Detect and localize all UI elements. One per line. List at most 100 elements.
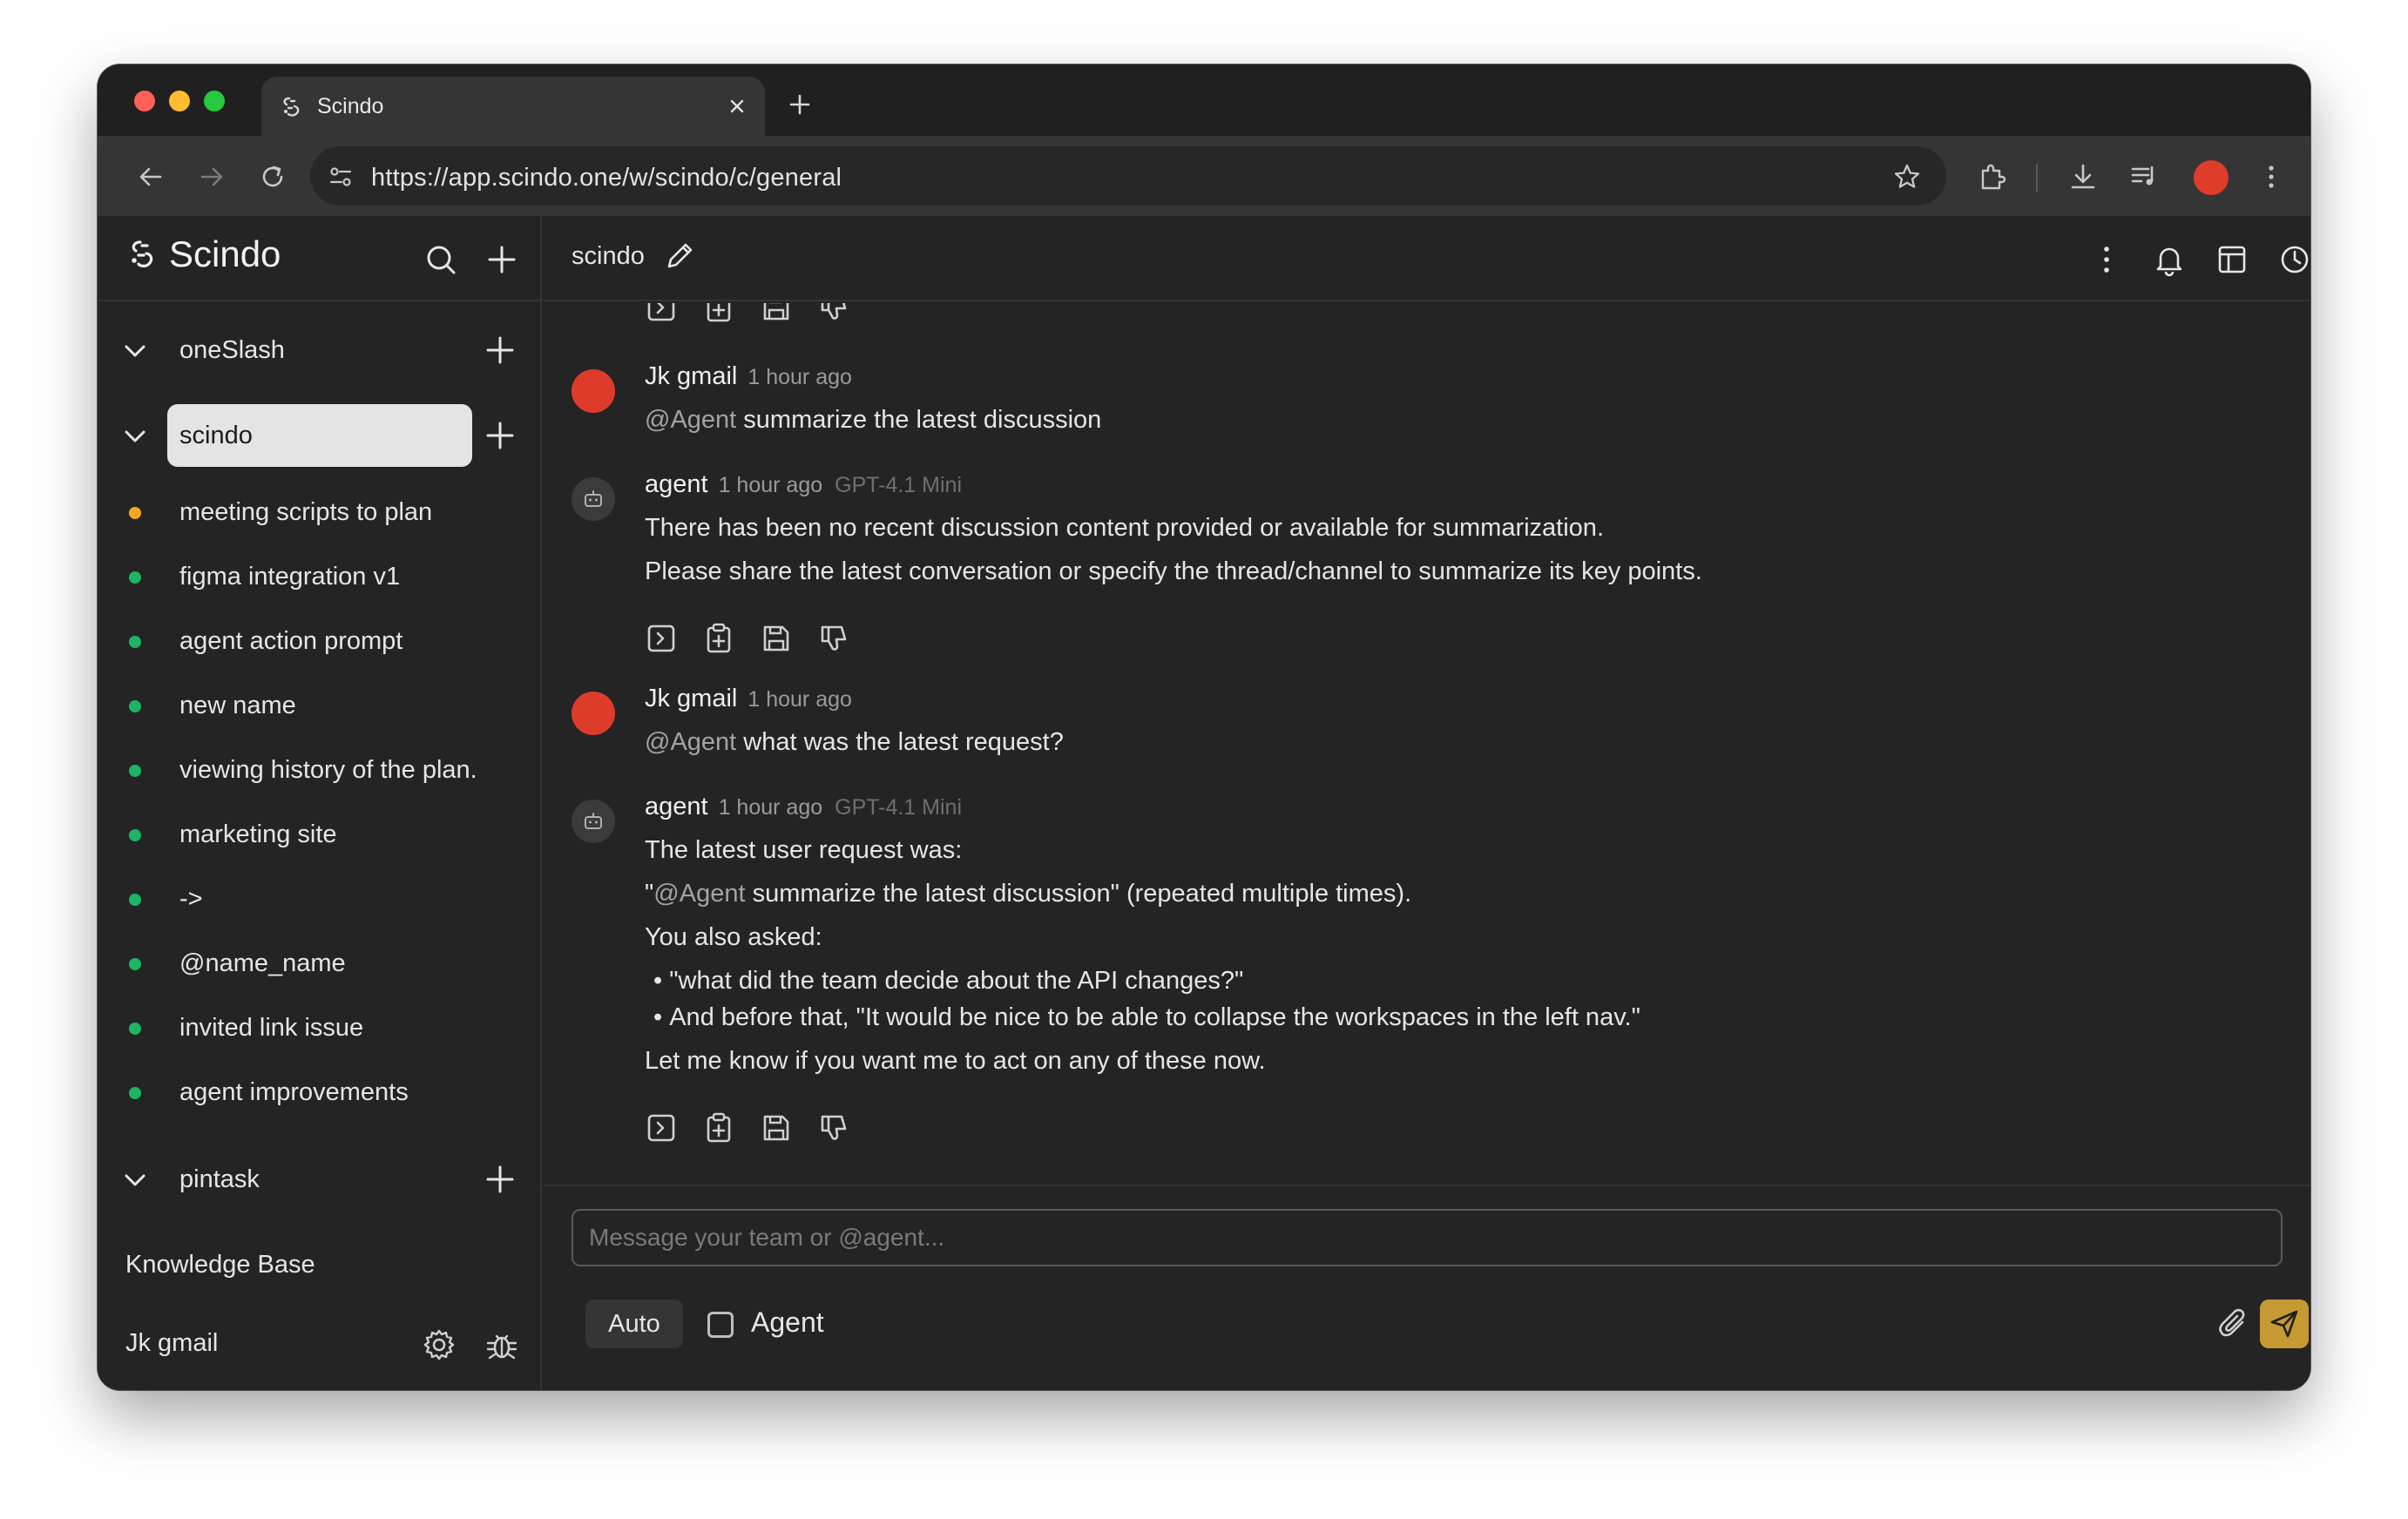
- save-floppy-icon[interactable]: [760, 303, 793, 324]
- status-dot: [129, 636, 141, 648]
- thumbs-down-icon[interactable]: [817, 1111, 850, 1144]
- thread-label: agent improvements: [179, 1078, 409, 1106]
- thread-item[interactable]: @name_name: [98, 937, 542, 989]
- thread-label: figma integration v1: [179, 563, 401, 591]
- workspace-name: pintask: [179, 1165, 260, 1193]
- add-thread-plus-icon[interactable]: [484, 1164, 516, 1195]
- forward-arrow-icon[interactable]: [197, 162, 227, 192]
- thread-item[interactable]: ->: [98, 873, 542, 925]
- browser-tab[interactable]: Scindo: [261, 77, 765, 136]
- scindo-logo-icon: [283, 97, 300, 117]
- agent-checkbox-label[interactable]: Agent: [751, 1306, 824, 1339]
- profile-avatar[interactable]: [2194, 160, 2229, 195]
- back-arrow-icon[interactable]: [136, 162, 166, 192]
- add-to-clipboard-icon[interactable]: [702, 622, 735, 655]
- current-user-name[interactable]: Jk gmail: [125, 1329, 218, 1358]
- mention[interactable]: @Agent: [645, 728, 736, 756]
- thread-item[interactable]: agent improvements: [98, 1066, 542, 1118]
- bookmark-star-icon[interactable]: [1892, 162, 1922, 192]
- brand[interactable]: Scindo: [125, 233, 281, 275]
- author-name[interactable]: agent: [645, 470, 708, 498]
- media-queue-icon[interactable]: [2127, 160, 2161, 193]
- thread-item[interactable]: invited link issue: [98, 1002, 542, 1054]
- message-actions: [645, 622, 850, 655]
- chevron-down-icon[interactable]: [122, 423, 148, 449]
- new-item-plus-icon[interactable]: [484, 242, 519, 277]
- site-settings-icon[interactable]: [326, 162, 355, 192]
- send-button[interactable]: [2260, 1300, 2309, 1348]
- search-icon[interactable]: [423, 242, 458, 277]
- more-vertical-icon[interactable]: [2089, 242, 2124, 277]
- thread-item[interactable]: new name: [98, 679, 542, 732]
- workspace-oneslash[interactable]: oneSlash: [98, 319, 542, 381]
- minimize-window-button[interactable]: [169, 91, 190, 111]
- mention[interactable]: @Agent: [653, 880, 745, 908]
- status-dot: [129, 571, 141, 584]
- message-text: The latest user request was:: [645, 836, 963, 864]
- browser-menu-icon[interactable]: [2255, 160, 2288, 193]
- chevron-down-icon[interactable]: [122, 1167, 148, 1193]
- thread-item[interactable]: meeting scripts to plan: [98, 486, 542, 538]
- workspace-scindo[interactable]: scindo: [98, 404, 542, 467]
- address-bar[interactable]: https://app.scindo.one/w/scindo/c/genera…: [310, 146, 1946, 206]
- robot-icon: [585, 490, 602, 507]
- download-icon[interactable]: [2066, 160, 2100, 193]
- run-terminal-icon[interactable]: [645, 622, 678, 655]
- sidebar: Scindo oneSlash scindo meeting scripts t…: [98, 216, 542, 1390]
- message-header: agent 1 hour ago GPT-4.1 Mini: [645, 470, 962, 499]
- gear-icon[interactable]: [422, 1327, 457, 1362]
- thumbs-down-icon[interactable]: [817, 303, 850, 324]
- avatar[interactable]: [572, 692, 615, 735]
- message-time: 1 hour ago: [718, 795, 823, 820]
- status-dot: [129, 700, 141, 712]
- message-actions: [645, 1111, 850, 1144]
- message-list[interactable]: Jk gmail 1 hour ago @Agent summarize the …: [544, 303, 2310, 1185]
- history-clock-icon[interactable]: [2277, 242, 2310, 277]
- message-header: Jk gmail 1 hour ago: [645, 685, 852, 713]
- thread-item[interactable]: marketing site: [98, 808, 542, 861]
- agent-avatar: [572, 800, 615, 843]
- send-arrow-icon: [2270, 1310, 2298, 1338]
- new-tab-icon[interactable]: [786, 91, 814, 118]
- add-to-clipboard-icon[interactable]: [702, 303, 735, 324]
- message-input[interactable]: [572, 1209, 2283, 1266]
- mode-auto-button[interactable]: Auto: [585, 1300, 683, 1348]
- message-time: 1 hour ago: [747, 365, 852, 389]
- thread-item[interactable]: figma integration v1: [98, 550, 542, 603]
- add-to-clipboard-icon[interactable]: [702, 1111, 735, 1144]
- message-text: Let me know if you want me to act on any…: [645, 1047, 1266, 1075]
- mention[interactable]: @Agent: [645, 406, 736, 434]
- reload-icon[interactable]: [258, 162, 287, 192]
- edit-pencil-icon[interactable]: [662, 239, 697, 273]
- author-name[interactable]: Jk gmail: [645, 362, 737, 390]
- layout-panel-icon[interactable]: [2215, 242, 2249, 277]
- extensions-puzzle-icon[interactable]: [1976, 160, 2009, 193]
- thread-label: meeting scripts to plan: [179, 498, 433, 526]
- workspace-selected-pill[interactable]: scindo: [167, 404, 472, 467]
- thread-item[interactable]: viewing history of the plan.: [98, 744, 542, 796]
- bug-icon[interactable]: [484, 1327, 519, 1362]
- add-thread-plus-icon[interactable]: [484, 420, 516, 451]
- knowledge-base-link[interactable]: Knowledge Base: [125, 1251, 315, 1279]
- run-terminal-icon[interactable]: [645, 303, 678, 324]
- status-dot: [129, 1023, 141, 1035]
- add-thread-plus-icon[interactable]: [484, 334, 516, 366]
- avatar[interactable]: [572, 369, 615, 413]
- author-name[interactable]: agent: [645, 793, 708, 820]
- close-window-button[interactable]: [134, 91, 155, 111]
- bell-icon[interactable]: [2152, 242, 2187, 277]
- save-floppy-icon[interactable]: [760, 1111, 793, 1144]
- chevron-down-icon[interactable]: [122, 338, 148, 364]
- status-dot: [129, 829, 141, 841]
- author-name[interactable]: Jk gmail: [645, 685, 737, 712]
- maximize-window-button[interactable]: [204, 91, 225, 111]
- save-floppy-icon[interactable]: [760, 622, 793, 655]
- run-terminal-icon[interactable]: [645, 1111, 678, 1144]
- workspace-pintask[interactable]: pintask: [98, 1148, 542, 1211]
- thread-label: invited link issue: [179, 1014, 364, 1042]
- paperclip-icon[interactable]: [2216, 1306, 2251, 1341]
- close-tab-icon[interactable]: [725, 94, 749, 118]
- thumbs-down-icon[interactable]: [817, 622, 850, 655]
- thread-item[interactable]: agent action prompt: [98, 615, 542, 667]
- agent-checkbox[interactable]: [707, 1312, 734, 1338]
